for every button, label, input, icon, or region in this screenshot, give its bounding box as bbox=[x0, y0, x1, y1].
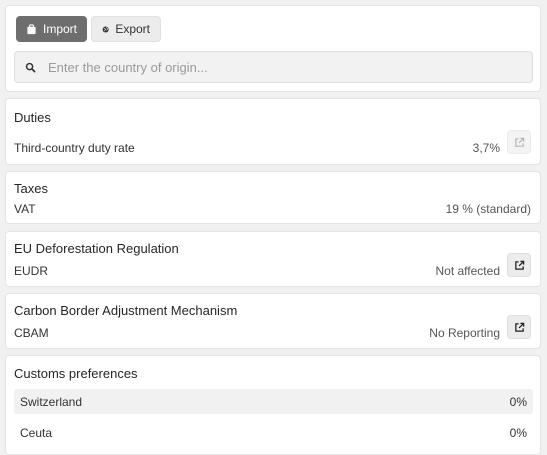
vat-label: VAT bbox=[14, 202, 36, 216]
preference-row: Ceuta 0% bbox=[14, 420, 533, 445]
eudr-title: EU Deforestation Regulation bbox=[14, 241, 179, 256]
import-label: Import bbox=[42, 22, 77, 36]
country-search bbox=[14, 51, 533, 83]
duty-rate-value: 3,7% bbox=[472, 141, 500, 155]
search-icon bbox=[25, 62, 36, 72]
country-search-input[interactable] bbox=[48, 59, 518, 75]
preference-country: Ceuta bbox=[20, 425, 53, 440]
trade-direction-card: Import Export bbox=[5, 5, 541, 92]
package-icon bbox=[27, 23, 36, 34]
preference-country: Switzerland bbox=[20, 394, 83, 409]
eudr-label: EUDR bbox=[14, 264, 49, 278]
globe-icon bbox=[102, 25, 109, 33]
duty-rate-label: Third-country duty rate bbox=[14, 141, 135, 155]
import-button[interactable]: Import bbox=[16, 16, 87, 42]
duties-card: Duties Third-country duty rate 3,7% bbox=[5, 98, 541, 165]
external-link-icon bbox=[514, 137, 524, 147]
cbam-value: No Reporting bbox=[429, 326, 500, 340]
cbam-label: CBAM bbox=[14, 326, 49, 340]
vat-value: 19 % (standard) bbox=[445, 202, 531, 216]
taxes-card: Taxes VAT 19 % (standard) bbox=[5, 171, 541, 224]
eudr-value: Not affected bbox=[435, 264, 501, 278]
customs-preferences-card: Customs preferences Switzerland 0% Ceuta… bbox=[5, 355, 541, 455]
eudr-card: EU Deforestation Regulation EUDR Not aff… bbox=[5, 231, 541, 287]
cbam-title: Carbon Border Adjustment Mechanism bbox=[14, 303, 238, 318]
export-label: Export bbox=[115, 22, 150, 36]
cbam-card: Carbon Border Adjustment Mechanism CBAM … bbox=[5, 293, 541, 349]
eudr-link-button[interactable] bbox=[507, 253, 531, 277]
preference-rate: 0% bbox=[509, 425, 527, 440]
duties-link-button[interactable] bbox=[507, 130, 531, 154]
external-link-icon bbox=[514, 260, 524, 270]
preference-row: Switzerland 0% bbox=[14, 389, 533, 414]
preferences-title: Customs preferences bbox=[14, 366, 138, 381]
taxes-title: Taxes bbox=[14, 181, 48, 196]
duties-title: Duties bbox=[14, 110, 51, 125]
export-button[interactable]: Export bbox=[91, 16, 161, 42]
preference-rate: 0% bbox=[509, 394, 527, 409]
external-link-icon bbox=[514, 322, 524, 332]
cbam-link-button[interactable] bbox=[507, 315, 531, 339]
